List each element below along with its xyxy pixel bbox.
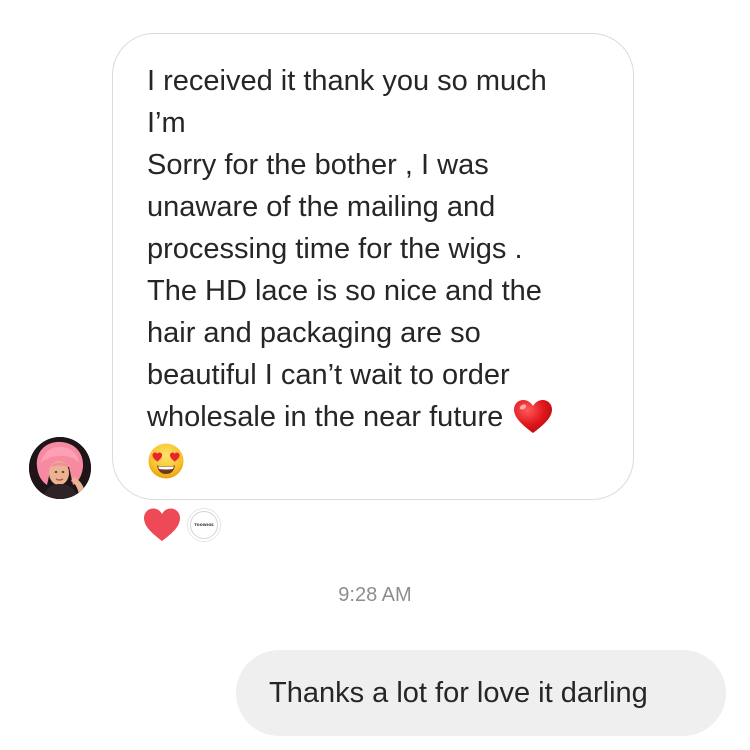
message-emoji-line [147, 438, 613, 480]
message-line: unaware of the mailing and [147, 191, 496, 223]
message-reactions[interactable]: TOOWIGS [143, 507, 221, 543]
heart-eyes-emoji-icon [148, 443, 184, 479]
message-line-last: wholesale in the near future [147, 396, 613, 438]
sender-avatar[interactable] [29, 437, 91, 499]
brand-logo-text: TOOWIGS [194, 523, 214, 527]
message-line: processing time for the wigs . [147, 233, 523, 265]
red-heart-emoji-icon [514, 400, 553, 433]
incoming-message-bubble[interactable]: I received it thank you so much I’m Sorr… [112, 33, 634, 500]
message-line: I’m [147, 107, 186, 139]
message-line: beautiful I can’t wait to order [147, 359, 510, 391]
avatar-photo-icon [29, 437, 91, 499]
message-line: The HD lace is so nice and the [147, 275, 542, 307]
message-line-text: wholesale in the near future [147, 401, 504, 433]
brand-logo-icon: TOOWIGS [190, 511, 218, 539]
outgoing-message-bubble[interactable]: Thanks a lot for love it darling [236, 650, 726, 736]
chat-screen: I received it thank you so much I’m Sorr… [0, 0, 750, 750]
message-line: Sorry for the bother , I was [147, 149, 489, 181]
heart-reaction-icon[interactable] [143, 507, 181, 543]
message-timestamp: 9:28 AM [338, 584, 412, 606]
message-line: I received it thank you so much [147, 65, 547, 97]
message-line: hair and packaging are so [147, 317, 481, 349]
reactor-avatar[interactable]: TOOWIGS [187, 508, 221, 542]
outgoing-message-text: Thanks a lot for love it darling [269, 676, 648, 709]
